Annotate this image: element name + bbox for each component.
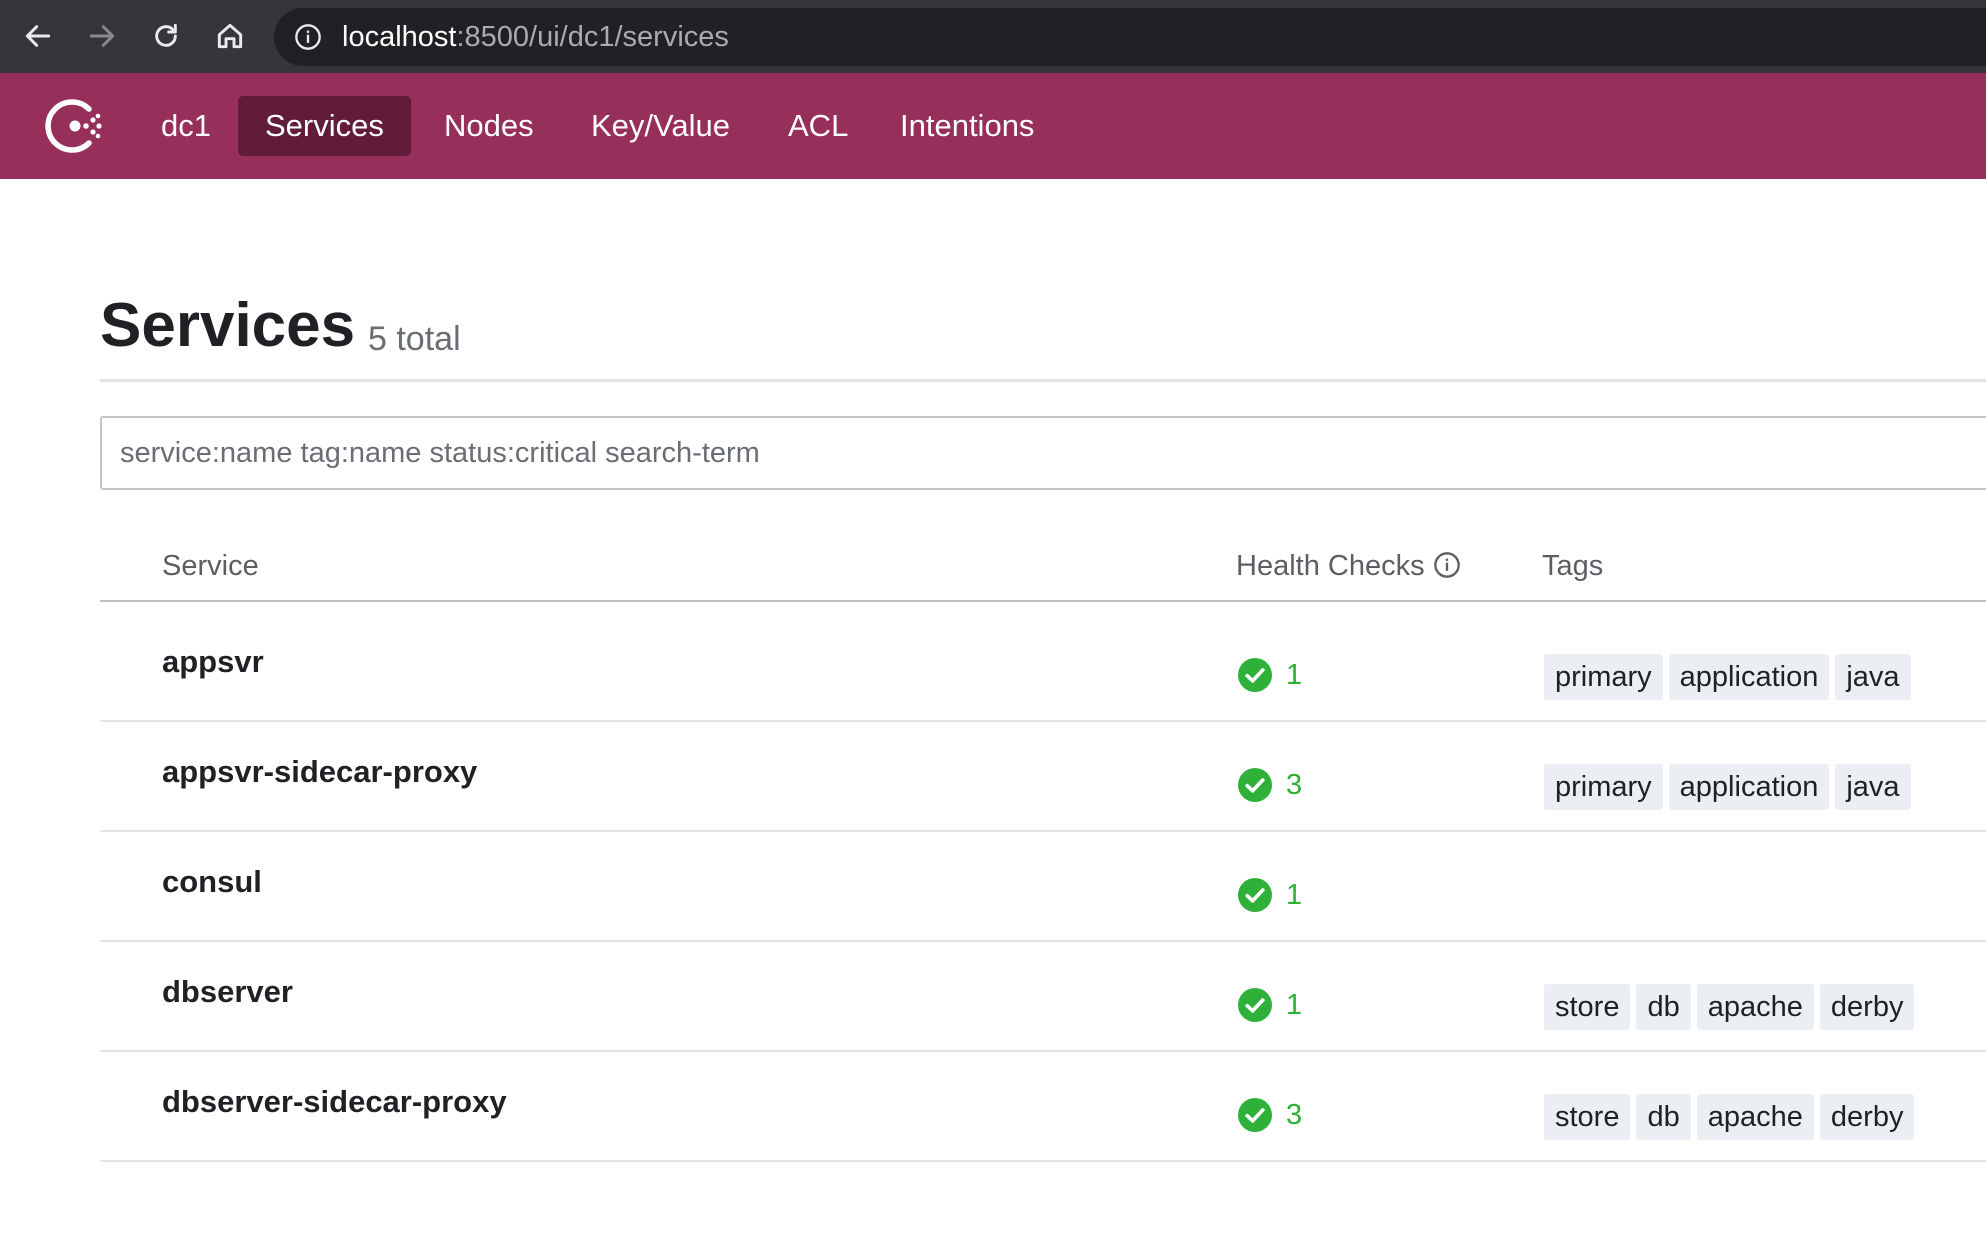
passing-count: 1 <box>1286 659 1303 691</box>
tag: application <box>1668 654 1830 700</box>
tag: application <box>1668 764 1830 810</box>
tag: db <box>1636 984 1691 1030</box>
service-name[interactable]: appsvr <box>162 642 264 682</box>
nav-item-services[interactable]: Services <box>238 96 411 156</box>
tag: primary <box>1544 764 1663 810</box>
nav-item-acl[interactable]: ACL <box>761 96 875 156</box>
health-checks: 1 <box>1238 657 1302 693</box>
forward-arrow-icon[interactable] <box>82 16 122 56</box>
check-circle-icon <box>1238 1098 1272 1132</box>
service-name[interactable]: dbserver-sidecar-proxy <box>162 1082 507 1122</box>
service-name[interactable]: consul <box>162 862 262 902</box>
heading-divider <box>100 379 1986 382</box>
passing-count: 3 <box>1286 769 1303 801</box>
table-row[interactable]: dbserver-sidecar-proxy 3 store db apache… <box>100 1052 1986 1162</box>
table-row[interactable]: consul 1 <box>100 832 1986 942</box>
health-checks: 3 <box>1238 1097 1302 1133</box>
passing-count: 3 <box>1286 1099 1303 1131</box>
tag: apache <box>1696 1094 1814 1140</box>
tag: derby <box>1819 984 1915 1030</box>
browser-toolbar: localhost:8500/ui/dc1/services <box>0 0 1986 73</box>
table-row[interactable]: appsvr-sidecar-proxy 3 primary applicati… <box>100 722 1986 832</box>
tag-list: primary application java <box>1544 654 1917 700</box>
info-icon[interactable] <box>1433 551 1461 579</box>
service-count: 5 total <box>368 320 461 358</box>
reload-icon[interactable] <box>146 16 186 56</box>
tag: java <box>1835 764 1911 810</box>
column-header-health-checks[interactable]: Health Checks <box>1236 548 1461 584</box>
url-text: localhost:8500/ui/dc1/services <box>342 21 729 53</box>
check-circle-icon <box>1238 768 1272 802</box>
check-circle-icon <box>1238 878 1272 912</box>
main-navigation: dc1 Services Nodes Key/Value ACL Intenti… <box>0 73 1986 179</box>
tag: java <box>1835 654 1911 700</box>
tag: derby <box>1819 1094 1915 1140</box>
home-icon[interactable] <box>210 16 250 56</box>
table-row[interactable]: appsvr 1 primary application java <box>100 612 1986 722</box>
column-header-tags[interactable]: Tags <box>1542 548 1603 584</box>
health-checks: 1 <box>1238 987 1302 1023</box>
nav-item-intentions[interactable]: Intentions <box>873 96 1061 156</box>
datacenter-selector[interactable]: dc1 <box>134 96 238 156</box>
info-icon[interactable] <box>294 23 322 51</box>
passing-count: 1 <box>1286 989 1303 1021</box>
address-bar[interactable]: localhost:8500/ui/dc1/services <box>274 8 1986 66</box>
health-checks: 1 <box>1238 877 1302 913</box>
service-name[interactable]: dbserver <box>162 972 293 1012</box>
health-checks: 3 <box>1238 767 1302 803</box>
check-circle-icon <box>1238 658 1272 692</box>
tag: apache <box>1696 984 1814 1030</box>
tag: primary <box>1544 654 1663 700</box>
tag-list: store db apache derby <box>1544 984 1920 1030</box>
consul-logo-icon[interactable] <box>44 95 106 157</box>
check-circle-icon <box>1238 988 1272 1022</box>
page-title: Services <box>100 291 356 360</box>
search-input[interactable] <box>100 416 1986 490</box>
tag-list: primary application java <box>1544 764 1917 810</box>
tag-list: store db apache derby <box>1544 1094 1920 1140</box>
table-row[interactable]: dbserver 1 store db apache derby <box>100 942 1986 1052</box>
tag: db <box>1636 1094 1691 1140</box>
tag: store <box>1544 1094 1631 1140</box>
column-header-service[interactable]: Service <box>162 548 259 584</box>
nav-item-nodes[interactable]: Nodes <box>417 96 561 156</box>
service-name[interactable]: appsvr-sidecar-proxy <box>162 752 477 792</box>
nav-item-key-value[interactable]: Key/Value <box>564 96 757 156</box>
table-header-divider <box>100 600 1986 602</box>
passing-count: 1 <box>1286 879 1303 911</box>
tag: store <box>1544 984 1631 1030</box>
back-arrow-icon[interactable] <box>18 16 58 56</box>
